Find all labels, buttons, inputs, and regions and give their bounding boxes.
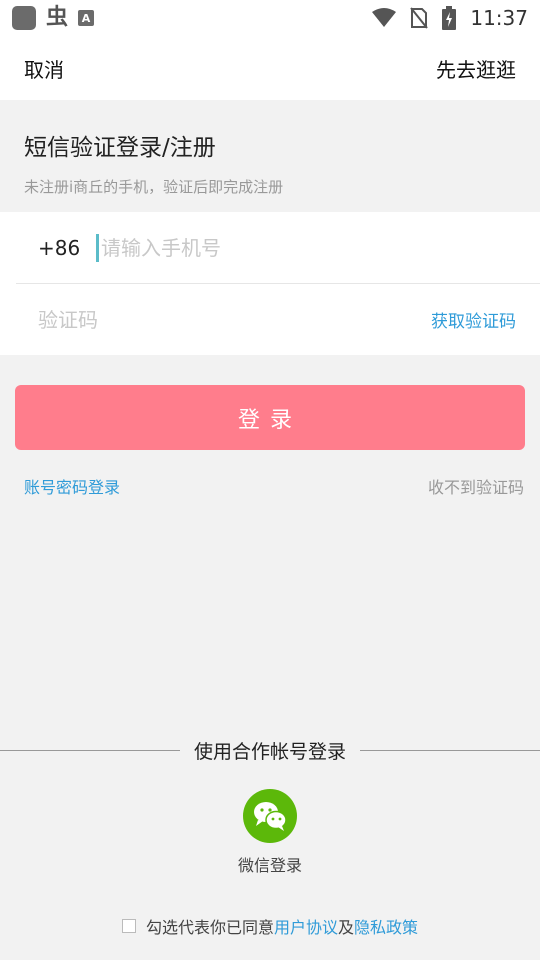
intro-section: 短信验证登录/注册 未注册i商丘的手机，验证后即完成注册 <box>0 100 540 212</box>
wechat-icon <box>254 802 287 831</box>
login-button[interactable]: 登录 <box>15 385 525 450</box>
app-notification-icon <box>12 6 36 30</box>
user-agreement-link[interactable]: 用户协议 <box>274 914 338 938</box>
battery-charging-icon <box>442 6 457 30</box>
top-bar: 取消 先去逛逛 <box>0 36 540 100</box>
clock: 11:37 <box>470 6 528 30</box>
keyboard-app-icon: A <box>78 10 95 26</box>
wifi-icon <box>372 8 397 27</box>
partner-login-label: 使用合作帐号登录 <box>194 740 347 763</box>
agreement-prefix: 勾选代表你已同意 <box>145 918 274 937</box>
status-bar: 虫 A 11:37 <box>0 0 540 36</box>
no-sim-icon <box>410 7 429 29</box>
page-subtitle: 未注册i商丘的手机，验证后即完成注册 <box>24 178 284 196</box>
agreement-and: 及 <box>338 918 355 937</box>
country-code[interactable]: +86 <box>38 236 96 260</box>
verification-code-input[interactable] <box>38 299 338 340</box>
page-title: 短信验证登录/注册 <box>24 135 216 161</box>
phone-row: +86 <box>0 212 540 283</box>
login-form: +86 获取验证码 <box>0 212 540 355</box>
no-code-link[interactable]: 收不到验证码 <box>428 474 524 498</box>
privacy-policy-link[interactable]: 隐私政策 <box>354 914 418 938</box>
agreement-row: 勾选代表你已同意 用户协议 及 隐私政策 <box>0 914 540 938</box>
get-code-button[interactable]: 获取验证码 <box>431 307 516 332</box>
cancel-button[interactable]: 取消 <box>24 54 64 83</box>
wechat-login-label: 微信登录 <box>237 856 302 875</box>
agreement-checkbox[interactable] <box>121 919 136 933</box>
login-links: 账号密码登录 收不到验证码 <box>24 474 524 498</box>
wechat-login-button[interactable] <box>243 789 297 843</box>
bug-app-icon: 虫 <box>46 5 69 30</box>
divider-left <box>0 749 180 751</box>
phone-input[interactable] <box>101 227 461 268</box>
partner-login-header: 使用合作帐号登录 <box>0 736 540 764</box>
browse-first-button[interactable]: 先去逛逛 <box>436 54 516 83</box>
divider-right <box>360 749 540 751</box>
password-login-link[interactable]: 账号密码登录 <box>24 474 120 498</box>
text-cursor <box>96 233 99 262</box>
code-row: 获取验证码 <box>0 284 540 355</box>
